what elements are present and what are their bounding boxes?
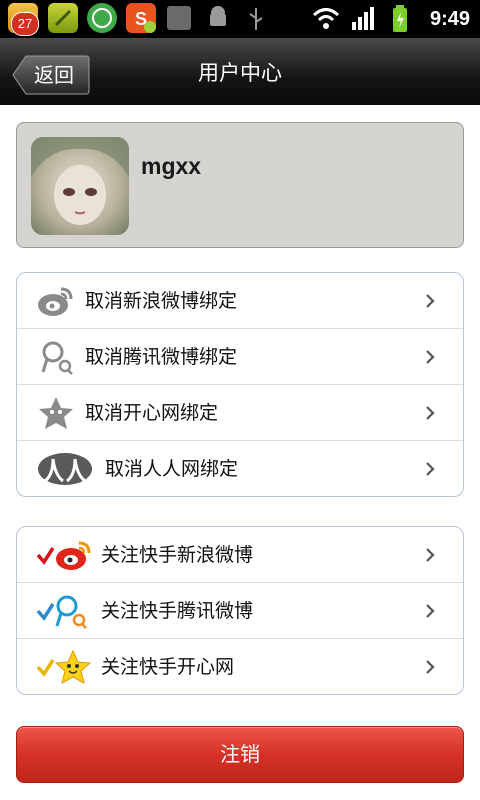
follow-sina-label: 关注快手新浪微博: [101, 544, 254, 566]
unbind-tencent-label: 取消腾讯微博绑定: [85, 346, 238, 368]
usb-icon: [249, 8, 263, 30]
battery-icon: [393, 5, 407, 32]
chevron-right-icon: [426, 462, 435, 476]
unbind-renren-row[interactable]: 取消人人网绑定: [17, 441, 463, 496]
chevron-right-icon: [426, 548, 435, 562]
chevron-right-icon: [426, 660, 435, 674]
notification-app-icon: [167, 6, 191, 30]
follow-group: 关注快手新浪微博 关注快手腾讯微博 关注快手开心网: [16, 526, 464, 695]
unbind-kaixin-label: 取消开心网绑定: [85, 402, 219, 424]
wifi-icon: [312, 8, 340, 29]
follow-tencent-row[interactable]: 关注快手腾讯微博: [17, 583, 463, 639]
profile-card: mgxx: [16, 122, 464, 248]
avatar-image: [31, 137, 129, 235]
android-debug-icon: [210, 6, 226, 26]
follow-kaixin-label: 关注快手开心网: [101, 656, 235, 678]
notification-app-icon: S: [126, 3, 156, 33]
unbind-group: 取消新浪微博绑定 取消腾讯微博绑定 取消开心网绑定 取消人人网绑定: [16, 272, 464, 497]
status-bar: 27 S 9:49: [0, 0, 480, 38]
chevron-right-icon: [426, 350, 435, 364]
follow-sina-row[interactable]: 关注快手新浪微博: [17, 527, 463, 583]
unbind-renren-label: 取消人人网绑定: [105, 458, 239, 480]
clock: 9:49: [429, 8, 470, 30]
avatar[interactable]: [31, 137, 129, 235]
sina-weibo-check-icon: [36, 541, 91, 570]
logout-label: 注销: [220, 742, 260, 766]
page-title: 用户中心: [198, 61, 282, 85]
logout-button[interactable]: 注销: [16, 726, 464, 783]
notification-badge: 27: [11, 12, 39, 36]
renren-icon: [38, 453, 92, 485]
follow-tencent-label: 关注快手腾讯微博: [101, 600, 254, 622]
unbind-sina-label: 取消新浪微博绑定: [85, 290, 238, 312]
chevron-right-icon: [426, 406, 435, 420]
chevron-right-icon: [426, 604, 435, 618]
unbind-tencent-row[interactable]: 取消腾讯微博绑定: [17, 329, 463, 385]
follow-kaixin-row[interactable]: 关注快手开心网: [17, 639, 463, 694]
username: mgxx: [141, 153, 202, 179]
unbind-sina-row[interactable]: 取消新浪微博绑定: [17, 273, 463, 329]
kaixin-icon: [39, 397, 73, 429]
notification-app-icon: [87, 3, 117, 33]
unbind-kaixin-row[interactable]: 取消开心网绑定: [17, 385, 463, 441]
sina-weibo-icon: [38, 287, 73, 316]
notification-app-icon: [48, 3, 78, 33]
tencent-weibo-check-icon: [36, 595, 87, 629]
chevron-right-icon: [426, 294, 435, 308]
kaixin-check-icon: [36, 649, 92, 684]
tencent-weibo-icon: [41, 341, 73, 375]
signal-icon: [352, 7, 374, 30]
